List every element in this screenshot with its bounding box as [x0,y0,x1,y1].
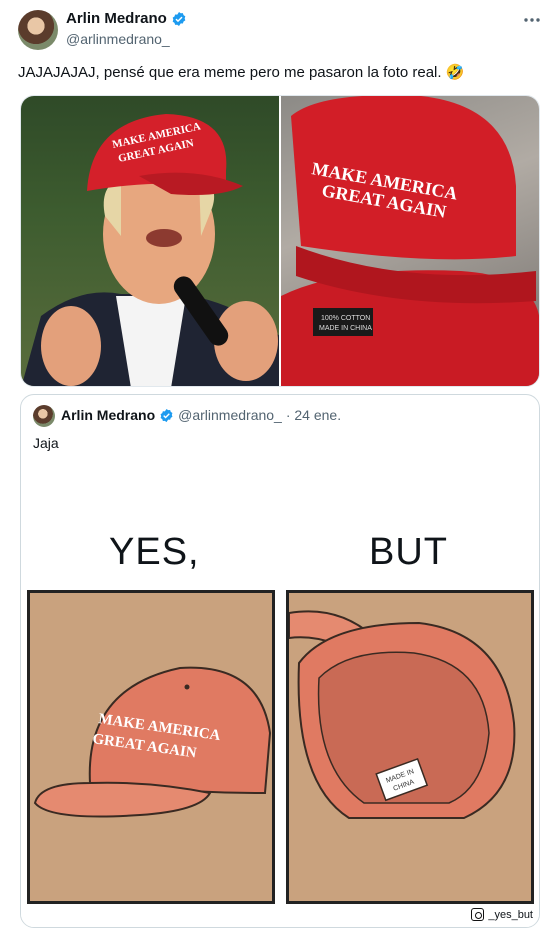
quote-author-name: Arlin Medrano [61,407,156,423]
author-name[interactable]: Arlin Medrano [66,10,167,27]
comic-credit-text: _yes_but [488,908,533,921]
photo2-tag-line-2: MADE IN CHINA [319,325,372,332]
tweet[interactable]: Arlin Medrano @arlinmedrano_ JAJAJAJAJ, … [0,0,560,937]
quote-author-avatar [33,405,55,427]
quote-header: Arlin Medrano @arlinmedrano_ · 24 ene. [61,407,341,423]
comic-title-yes: YES, [109,531,200,573]
more-icon[interactable] [520,10,544,30]
comic-panel-cap-inside: MADE IN CHINA [286,590,534,904]
photo-red-cap-with-tag[interactable]: MAKE AMERICA GREAT AGAIN 100% COTTON MAD… [281,96,539,386]
tweet-media[interactable]: MAKE AMERICA GREAT AGAIN MAKE AMERICA GR… [20,95,540,387]
author-handle[interactable]: @arlinmedrano_ [66,31,170,47]
comic-credit: _yes_but [471,908,533,921]
comic-panel-cap-front: MAKE AMERICA GREAT AGAIN [27,590,275,904]
photo2-tag-line-1: 100% COTTON [321,315,370,322]
author-name-row[interactable]: Arlin Medrano [66,10,187,27]
photo-cap-illustration: MAKE AMERICA GREAT AGAIN 100% COTTON MAD… [281,96,539,386]
quoted-tweet[interactable]: Arlin Medrano @arlinmedrano_ · 24 ene. J… [20,394,540,928]
more-dots-icon [524,18,540,22]
verified-badge-icon [172,11,186,26]
cap-front-illustration: MAKE AMERICA GREAT AGAIN [33,666,272,818]
quote-text: Jaja [33,435,59,451]
quote-author-handle: @arlinmedrano_ [178,407,282,423]
quote-verified-badge-icon [160,408,173,422]
author-avatar[interactable] [18,10,58,50]
cap-inside-illustration: MADE IN CHINA [288,610,516,819]
photo-man-in-red-cap[interactable]: MAKE AMERICA GREAT AGAIN [21,96,279,386]
comic-title-but: BUT [369,531,448,573]
quote-comic-image[interactable]: YES, BUT MAKE AMERICA GREAT AGAIN MADE I… [21,465,539,927]
instagram-icon [471,908,485,921]
photo-man-illustration: MAKE AMERICA GREAT AGAIN [21,114,279,386]
tweet-text: JAJAJAJAJ, pensé que era meme pero me pa… [18,64,465,81]
quote-date: · 24 ene. [285,407,342,423]
